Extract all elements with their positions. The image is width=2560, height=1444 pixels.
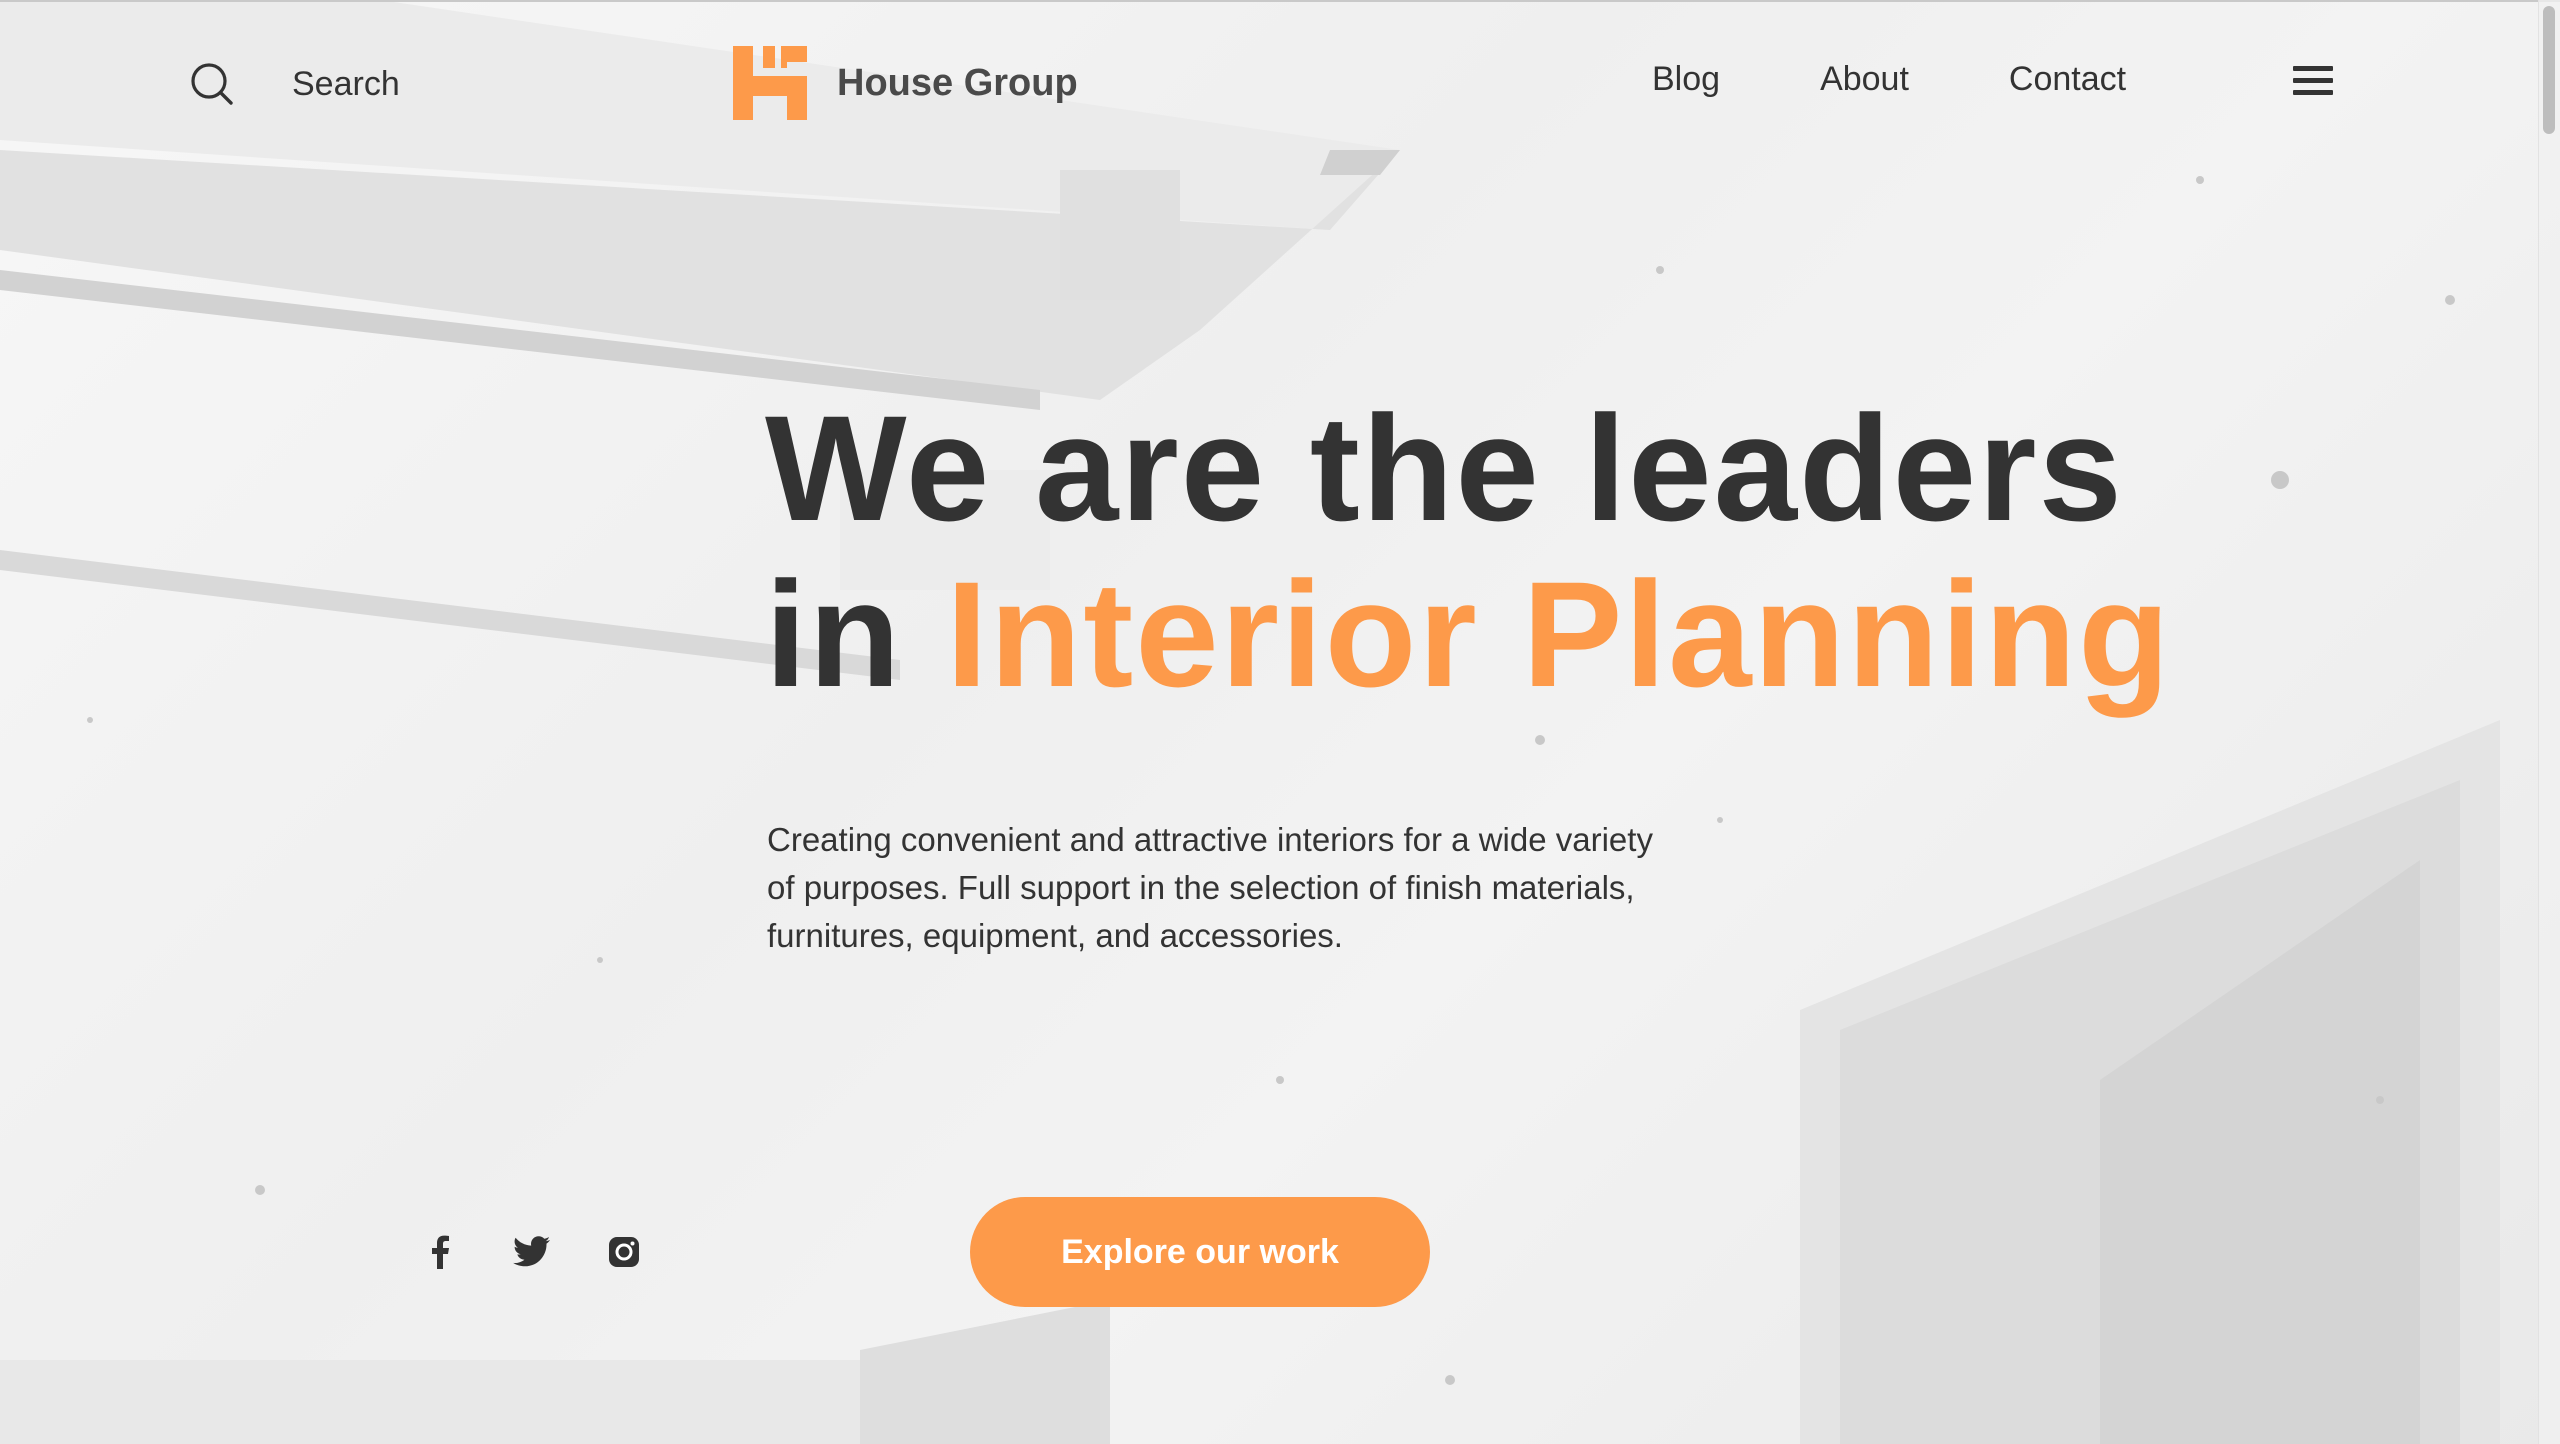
headline-line-1: We are the leaders — [765, 384, 2124, 552]
search-icon — [191, 63, 233, 105]
hero-headline: We are the leaders in Interior Planning — [765, 385, 2172, 717]
twitter-icon[interactable] — [512, 1232, 552, 1272]
scrollbar[interactable] — [2538, 0, 2560, 1444]
nav-blog-link[interactable]: Blog — [1652, 60, 1720, 99]
headline-accent: Interior Planning — [946, 550, 2172, 718]
brand-name: House Group — [837, 61, 1078, 104]
house-group-logo-icon — [733, 46, 807, 120]
main-nav: Blog About Contact — [1652, 60, 2126, 99]
window-top-border — [0, 0, 2560, 2]
scrollbar-thumb[interactable] — [2543, 6, 2555, 134]
headline-in: in — [765, 550, 903, 718]
facebook-icon[interactable] — [420, 1232, 460, 1272]
search-button[interactable]: Search — [190, 56, 400, 112]
brand-logo[interactable]: House Group — [733, 46, 1078, 120]
nav-contact-link[interactable]: Contact — [2009, 60, 2126, 99]
explore-our-work-button[interactable]: Explore our work — [970, 1197, 1430, 1307]
nav-about-link[interactable]: About — [1820, 60, 1909, 99]
hamburger-menu-icon[interactable] — [2293, 66, 2333, 98]
search-label: Search — [292, 64, 400, 103]
instagram-icon[interactable] — [604, 1232, 644, 1272]
landing-page: Search House Group Blog About Contact We… — [0, 0, 2560, 1444]
hero-description: Creating convenient and attractive inter… — [767, 821, 1653, 954]
social-links — [420, 1232, 644, 1272]
